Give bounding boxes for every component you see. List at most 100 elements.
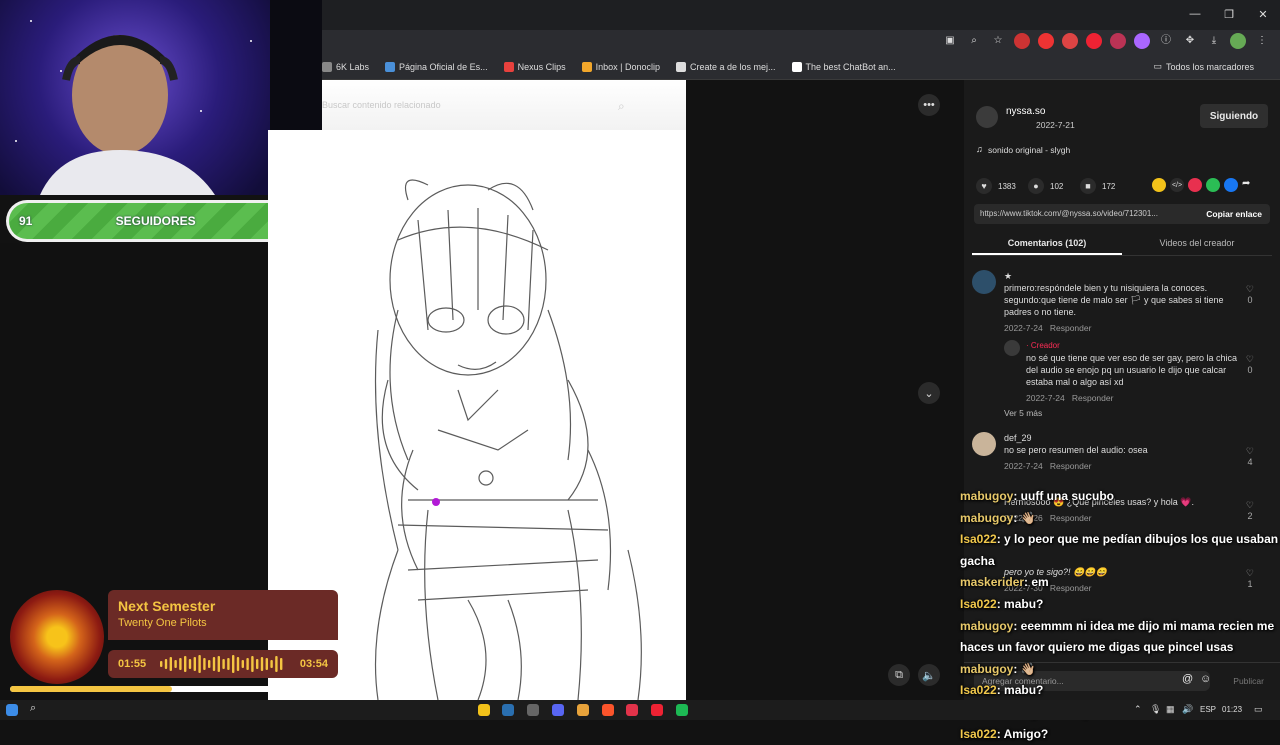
all-bookmarks-label: Todos los marcadores xyxy=(1165,61,1254,72)
spotify-icon[interactable] xyxy=(676,704,688,716)
emoji-share-icon[interactable] xyxy=(1152,178,1166,192)
puzzle-icon[interactable]: ✥ xyxy=(1182,33,1198,49)
zoom-icon[interactable]: ⌕ xyxy=(966,33,982,49)
view-more-replies[interactable]: Ver 5 más xyxy=(1004,408,1042,418)
record-icon[interactable] xyxy=(651,704,663,716)
chat-username: Isa022 xyxy=(960,726,997,741)
extension-icon[interactable] xyxy=(1134,33,1150,49)
mic-icon[interactable]: 🎙 xyxy=(1150,704,1162,716)
waveform-bar xyxy=(198,655,201,673)
volume-icon[interactable]: 🔊 xyxy=(1182,704,1194,716)
menu-icon[interactable]: ⋮ xyxy=(1254,33,1270,49)
comment-user[interactable]: def_29 xyxy=(1004,432,1250,444)
chat-message: Isa022: mabu? xyxy=(960,680,1280,702)
bookmark-favicon-icon xyxy=(385,61,396,72)
chat-text: : Amigo? xyxy=(996,726,1049,741)
chat-text: : mabu? xyxy=(996,596,1044,611)
discord-icon[interactable] xyxy=(552,704,564,716)
extension-icon[interactable] xyxy=(1038,33,1054,49)
creator-avatar[interactable] xyxy=(1004,340,1020,356)
following-button[interactable]: Siguiendo xyxy=(1200,104,1268,128)
comment-text: primero:respóndele bien y tu nisiquiera … xyxy=(1004,283,1224,317)
send-icon[interactable] xyxy=(1188,178,1202,192)
facebook-icon[interactable] xyxy=(1224,178,1238,192)
folder-icon: ▭ xyxy=(1153,61,1162,71)
commenter-avatar[interactable] xyxy=(972,270,996,294)
more-options-icon[interactable]: ••• xyxy=(918,94,940,116)
chrome-icon[interactable] xyxy=(577,704,589,716)
bookmark-label: The best ChatBot an... xyxy=(805,61,896,72)
bookmark-favicon-icon xyxy=(675,61,686,72)
profile-icon[interactable] xyxy=(1230,33,1246,49)
pip-icon[interactable]: ⧉ xyxy=(888,664,910,686)
chat-text: : mabu? xyxy=(996,683,1044,698)
cast-icon[interactable]: ▣ xyxy=(942,33,958,49)
extension-icon[interactable] xyxy=(1086,33,1102,49)
bookmark-item[interactable]: Nexus Clips xyxy=(503,61,566,72)
embed-icon[interactable]: </> xyxy=(1170,178,1184,192)
brave-icon[interactable] xyxy=(602,704,614,716)
extension-icon[interactable] xyxy=(1062,33,1078,49)
waveform-bar xyxy=(169,657,172,671)
share-arrow-icon[interactable]: ➦ xyxy=(1242,178,1250,192)
comment-like[interactable]: ♡ 0 xyxy=(1246,284,1254,305)
maximize-icon[interactable]: ❐ xyxy=(1212,0,1246,28)
steam-icon[interactable] xyxy=(502,704,514,716)
tray-chevron-icon[interactable]: ⌃ xyxy=(1134,704,1146,716)
comment-icon[interactable]: ● xyxy=(1028,178,1044,194)
search-input[interactable]: Buscar contenido relacionado xyxy=(322,96,640,116)
search-icon[interactable]: ⌕ xyxy=(30,702,42,714)
tab-creator-videos[interactable]: Videos del creador xyxy=(1122,230,1272,255)
reply-button[interactable]: Responder xyxy=(1072,393,1114,403)
reply-button[interactable]: Responder xyxy=(1050,323,1092,333)
notification-icon[interactable]: ▭ xyxy=(1254,704,1266,716)
chevron-down-icon[interactable]: ⌄ xyxy=(918,382,940,404)
like-count: 1383 xyxy=(998,181,1016,191)
bookmark-star-icon[interactable]: ☆ xyxy=(990,33,1006,49)
bookmark-item[interactable]: Inbox | Donoclip xyxy=(581,61,660,72)
bookmark-item[interactable]: Create a de los mej... xyxy=(675,61,776,72)
track-info: Next Semester Twenty One Pilots xyxy=(108,590,338,640)
commenter-avatar[interactable] xyxy=(972,432,996,456)
browser-toolbar: ▣ ⌕ ☆ ⓘ ✥ ⤓ ⋮ xyxy=(322,30,1280,54)
minimize-icon[interactable]: — xyxy=(1178,0,1212,28)
reply-button[interactable]: Responder xyxy=(1050,461,1092,471)
search-icon[interactable]: ⌕ xyxy=(618,99,625,114)
track-timeline: 01:55 03:54 xyxy=(108,650,338,678)
comment-like[interactable]: ♡ 4 xyxy=(1246,446,1254,467)
volume-icon[interactable]: 🔈 xyxy=(918,664,940,686)
extension-icon[interactable] xyxy=(1110,33,1126,49)
file-explorer-icon[interactable] xyxy=(478,704,490,716)
bookmark-item[interactable]: The best ChatBot an... xyxy=(791,61,896,72)
heart-icon[interactable]: ♥ xyxy=(976,178,992,194)
download-icon[interactable]: ⤓ xyxy=(1206,33,1222,49)
whatsapp-icon[interactable] xyxy=(1206,178,1220,192)
media-icon[interactable] xyxy=(626,704,638,716)
bookmark-icon[interactable]: ■ xyxy=(1080,178,1096,194)
track-title: Next Semester xyxy=(118,598,216,614)
copy-link-button[interactable]: Copiar enlace xyxy=(1206,209,1262,219)
browser-titlebar: — ❐ ✕ xyxy=(322,0,1280,30)
extension-icon[interactable]: ⓘ xyxy=(1158,33,1174,49)
tab-comments[interactable]: Comentarios (102) xyxy=(972,230,1122,255)
toolbar-icons: ▣ ⌕ ☆ ⓘ ✥ ⤓ ⋮ xyxy=(942,33,1270,49)
bookmark-item[interactable]: Página Oficial de Es... xyxy=(385,61,488,72)
comment-user[interactable]: ★ xyxy=(1004,270,1250,282)
clock[interactable]: 01:23 xyxy=(1222,705,1242,714)
sound-name[interactable]: sonido original - slygh xyxy=(988,145,1070,155)
app-icon[interactable] xyxy=(527,704,539,716)
waveform-bar xyxy=(280,658,283,670)
bookmark-label: 6K Labs xyxy=(336,61,370,72)
author-name[interactable]: nyssa.so xyxy=(1006,106,1045,117)
language-indicator[interactable]: ESP xyxy=(1200,705,1216,714)
extension-icon[interactable] xyxy=(1014,33,1030,49)
waveform-bar xyxy=(265,658,268,670)
bookmark-item[interactable]: 6K Labs xyxy=(322,61,370,72)
close-icon[interactable]: ✕ xyxy=(1246,0,1280,28)
chat-text: : 👋🏼 xyxy=(1013,510,1036,525)
network-icon[interactable]: ▦ xyxy=(1166,704,1178,716)
all-bookmarks[interactable]: ▭ Todos los marcadores xyxy=(1153,61,1254,72)
windows-start-icon[interactable] xyxy=(6,704,18,716)
reply-like[interactable]: ♡ 0 xyxy=(1246,354,1254,375)
author-avatar[interactable] xyxy=(976,106,998,128)
